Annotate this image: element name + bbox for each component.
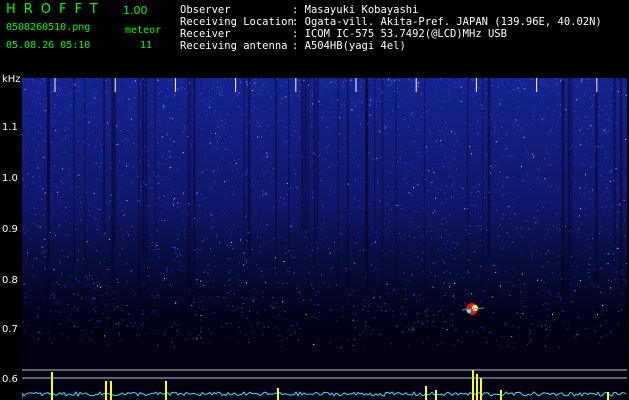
info-value: : ICOM IC-575 53.7492(@LCD)MHz USB <box>292 28 507 40</box>
info-antenna: Receiving antenna : A504HB(yagi 4el) <box>180 40 406 52</box>
y-tick: 0.9 <box>2 224 18 235</box>
y-tick: 0.7 <box>2 324 18 335</box>
info-value: : Masayuki Kobayashi <box>292 4 419 16</box>
app-title: HROFFT <box>6 2 106 17</box>
y-tick: 0.6 <box>2 374 18 385</box>
axis-unit: kHz <box>2 74 21 85</box>
header-panel: HROFFT 1.00 0508260510.png meteor 05.08.… <box>0 0 629 78</box>
info-location: Receiving Location: Ogata-vill. Akita-Pr… <box>180 16 602 28</box>
y-tick: 1.1 <box>2 122 18 133</box>
file-name: 0508260510.png <box>6 22 91 33</box>
info-key: Receiving Location <box>180 16 294 28</box>
meteor-count: 11 <box>140 40 153 51</box>
info-key: Receiver <box>180 28 231 40</box>
timestamp: 05.08.26 05:10 <box>6 40 91 51</box>
info-key: Receiving antenna <box>180 40 288 52</box>
app-version: 1.00 <box>123 4 148 17</box>
info-value: : Ogata-vill. Akita-Pref. JAPAN (139.96E… <box>292 16 602 28</box>
y-tick: 1.0 <box>2 173 18 184</box>
info-receiver: Receiver : ICOM IC-575 53.7492(@LCD)MHz U… <box>180 28 507 40</box>
meteor-label: meteor <box>125 25 162 36</box>
info-key: Observer <box>180 4 231 16</box>
info-observer: Observer : Masayuki Kobayashi <box>180 4 418 16</box>
info-value: : A504HB(yagi 4el) <box>292 40 406 52</box>
spectrogram-canvas <box>22 78 627 400</box>
y-tick: 0.8 <box>2 275 18 286</box>
